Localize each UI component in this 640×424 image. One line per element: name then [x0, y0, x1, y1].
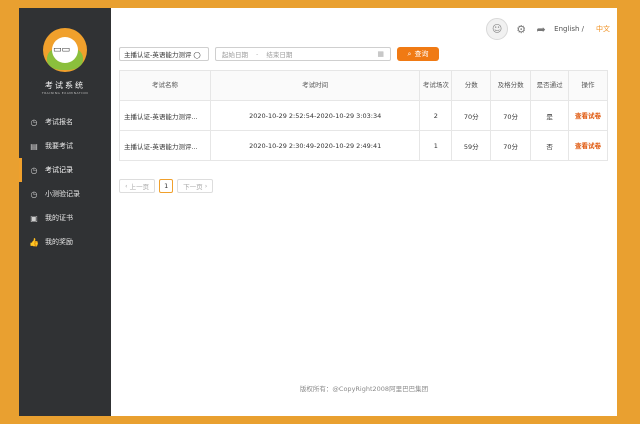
sidebar-item-exam-signup[interactable]: ◷ 考试报名 [19, 110, 111, 134]
next-page-button[interactable]: 下一页 › [177, 179, 214, 193]
cell-pass-score: 70分 [490, 100, 532, 131]
end-date-placeholder: 结束日期 [266, 51, 293, 59]
thumbs-up-icon: 👍 [29, 237, 39, 247]
col-header-score: 分数 [451, 70, 492, 101]
cell-exam-time: 2020-10-29 2:52:54-2020-10-29 3:03:34 [209, 100, 421, 131]
lang-chinese[interactable]: 中文 [596, 24, 610, 34]
table-row: 主播认证-英语能力测评... 2020-10-29 2:52:54-2020-1… [119, 100, 608, 131]
date-separator: - [256, 50, 259, 58]
sidebar-item-take-exam[interactable]: ▤ 我要考试 [19, 134, 111, 158]
brand-title: 考试系统 [45, 81, 85, 90]
col-header-time: 考试时间 [209, 70, 421, 101]
col-header-name: 考试名称 [119, 70, 211, 101]
sidebar-nav: ◷ 考试报名 ▤ 我要考试 ◷ 考试记录 ◷ 小测验记录 ▣ 我的证书 👍 我的… [19, 110, 111, 254]
start-date-placeholder: 起始日期 [222, 51, 248, 59]
sidebar-item-rewards[interactable]: 👍 我的奖励 [19, 230, 111, 254]
cell-session: 2 [419, 100, 453, 131]
search-button-label: 查询 [414, 50, 429, 58]
logo: ▭▭ [43, 28, 87, 72]
sidebar-item-label: 我的证书 [45, 214, 73, 222]
avatar[interactable]: ☺ [486, 18, 509, 40]
sidebar-item-label: 考试记录 [45, 166, 73, 174]
document-icon: ▤ [30, 141, 38, 151]
top-bar: ☺ ⚙ ➦ English / 中文 [486, 18, 610, 40]
cell-score: 59分 [451, 130, 492, 161]
table-header-row: 考试名称 考试时间 考试场次 分数 及格分数 是否通过 操作 [119, 70, 608, 101]
sidebar: ▭▭ 考试系统 TRAINING EXAMINATION ◷ 考试报名 ▤ 我要… [19, 8, 111, 416]
cell-passed: 是 [530, 100, 570, 131]
prev-page-label: 上一页 [129, 183, 150, 191]
sidebar-item-label: 考试报名 [45, 118, 73, 126]
settings-icon[interactable]: ⚙ [514, 23, 528, 36]
footer-copyright: 版权所有：@CopyRight2008阿里巴巴集团 [299, 385, 429, 393]
cell-exam-time: 2020-10-29 2:30:49-2020-10-29 2:49:41 [209, 130, 421, 161]
brand-subtitle: TRAINING EXAMINATION [41, 91, 89, 95]
chevron-right-icon: › [202, 182, 208, 190]
sidebar-item-exam-records[interactable]: ◷ 考试记录 [19, 158, 111, 182]
sidebar-item-label: 小测验记录 [45, 190, 80, 198]
share-icon[interactable]: ➦ [534, 23, 548, 36]
calendar-icon: ▦ [377, 50, 384, 58]
col-header-action: 操作 [568, 70, 608, 101]
filter-bar: 主播认证-英语能力测评 ◯ 起始日期 - 结束日期 ▦ ⌕ 查询 [119, 47, 439, 61]
cell-passed: 否 [530, 130, 570, 161]
certificate-icon: ▣ [30, 213, 38, 223]
cell-action: 查看试卷 [568, 130, 608, 161]
col-header-session: 考试场次 [419, 70, 453, 101]
page-number-button[interactable]: 1 [159, 179, 174, 193]
col-header-passed: 是否通过 [530, 70, 570, 101]
cell-pass-score: 70分 [490, 130, 532, 161]
cell-score: 70分 [451, 100, 492, 131]
search-icon: ⌕ [407, 49, 412, 58]
sidebar-item-label: 我的奖励 [45, 238, 73, 246]
col-header-pass-score: 及格分数 [490, 70, 532, 101]
exam-records-table: 考试名称 考试时间 考试场次 分数 及格分数 是否通过 操作 主播认证-英语能力… [119, 70, 608, 161]
clock-icon: ◷ [30, 165, 38, 175]
sidebar-item-quiz-records[interactable]: ◷ 小测验记录 [19, 182, 111, 206]
table-row: 主播认证-英语能力测评... 2020-10-29 2:30:49-2020-1… [119, 130, 608, 161]
search-button[interactable]: ⌕ 查询 [397, 47, 439, 61]
cell-exam-name: 主播认证-英语能力测评... [119, 100, 211, 131]
pagination: ‹ 上一页 1 下一页 › [119, 179, 214, 193]
clock-icon: ◷ [30, 189, 38, 199]
sidebar-item-certificates[interactable]: ▣ 我的证书 [19, 206, 111, 230]
date-range-picker[interactable]: 起始日期 - 结束日期 ▦ [215, 47, 391, 61]
clock-icon: ◷ [30, 117, 38, 127]
cell-action: 查看试卷 [568, 100, 608, 131]
next-page-label: 下一页 [183, 183, 203, 191]
view-paper-link[interactable]: 查看试卷 [573, 112, 603, 120]
prev-page-button[interactable]: ‹ 上一页 [119, 179, 156, 193]
lang-english[interactable]: English / [554, 25, 584, 33]
cell-session: 1 [419, 130, 453, 161]
exam-select[interactable]: 主播认证-英语能力测评 ◯ [119, 47, 209, 61]
view-paper-link[interactable]: 查看试卷 [573, 142, 603, 150]
sidebar-item-label: 我要考试 [45, 142, 73, 150]
cell-exam-name: 主播认证-英语能力测评... [119, 130, 211, 161]
